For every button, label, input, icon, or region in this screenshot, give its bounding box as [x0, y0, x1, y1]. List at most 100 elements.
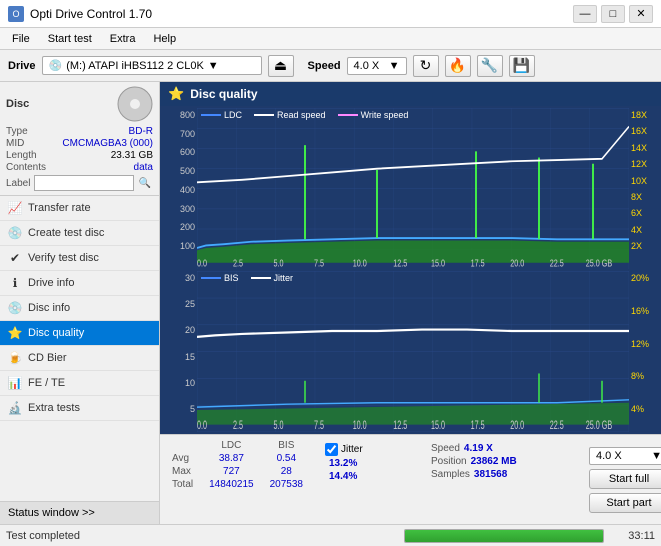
drive-select[interactable]: 💿 (M:) ATAPI iHBS112 2 CL0K ▼	[42, 56, 262, 75]
svg-text:7.5: 7.5	[314, 419, 324, 432]
stats-speed-selector[interactable]: 4.0 X ▼	[589, 447, 661, 465]
burn-button[interactable]: 🔥	[445, 55, 471, 77]
chart1-legend: LDC Read speed Write speed	[201, 110, 408, 120]
position-val: 23862 MB	[471, 456, 517, 467]
chart1-svg: 0.0 2.5 5.0 7.5 10.0 12.5 15.0 17.5 20.0…	[197, 108, 629, 269]
total-label: Total	[164, 478, 201, 491]
svg-text:5.0: 5.0	[274, 419, 284, 432]
stats-speed-val: 4.0 X	[596, 450, 622, 462]
chart-ldc: 800 700 600 500 400 300 200 100 LDC	[162, 108, 659, 269]
svg-text:20.0: 20.0	[510, 257, 524, 268]
disc-info-icon: 💿	[8, 301, 22, 315]
cd-bier-icon: 🍺	[8, 351, 22, 365]
svg-text:12.5: 12.5	[393, 419, 407, 432]
speed-val: 4.19 X	[464, 443, 493, 454]
jitter-section: Jitter 13.2% 14.4%	[317, 439, 417, 520]
type-val: BD-R	[129, 126, 153, 137]
stats-table-section: LDC BIS Avg 38.87 0.54 Max 727	[164, 439, 311, 520]
drive-icon: 💿	[49, 59, 63, 72]
chart2-left-axis: 30 25 20 15 10 5	[162, 271, 197, 432]
fe-te-icon: 📊	[8, 376, 22, 390]
sidebar-item-disc-info[interactable]: 💿 Disc info	[0, 296, 159, 321]
minimize-button[interactable]: —	[573, 5, 597, 23]
save-button[interactable]: 💾	[509, 55, 535, 77]
position-row: Position 23862 MB	[431, 456, 535, 467]
svg-text:0.0: 0.0	[197, 257, 207, 268]
main-layout: Disc Type BD-R MID CMCMAGBA3 (000)	[0, 82, 661, 524]
jitter-checkbox-row: Jitter	[325, 443, 409, 456]
drive-info-icon: ℹ	[8, 276, 22, 290]
chart1-right-axis: 18X 16X 14X 12X 10X 8X 6X 4X 2X	[629, 108, 659, 269]
eject-button[interactable]: ⏏	[268, 55, 294, 77]
samples-key: Samples	[431, 469, 470, 480]
speed-dropdown-icon: ▼	[389, 60, 400, 72]
label-input[interactable]	[34, 175, 134, 191]
svg-text:25.0 GB: 25.0 GB	[586, 257, 613, 268]
sidebar-item-fe-te[interactable]: 📊 FE / TE	[0, 371, 159, 396]
contents-val: data	[134, 162, 153, 173]
speed-select[interactable]: 4.0 X ▼	[347, 57, 407, 75]
maximize-button[interactable]: □	[601, 5, 625, 23]
settings-button[interactable]: 🔧	[477, 55, 503, 77]
status-window-button[interactable]: Status window >>	[0, 501, 159, 524]
col-empty	[164, 439, 201, 452]
nav-label-disc-quality: Disc quality	[28, 327, 84, 339]
max-ldc: 727	[201, 465, 262, 478]
jitter-checkbox[interactable]	[325, 443, 338, 456]
disc-quality-icon: ⭐	[8, 326, 22, 340]
menu-help[interactable]: Help	[145, 31, 184, 47]
nav-label-create-test-disc: Create test disc	[28, 227, 104, 239]
transfer-rate-icon: 📈	[8, 201, 22, 215]
svg-text:22.5: 22.5	[550, 257, 564, 268]
sidebar-item-cd-bier[interactable]: 🍺 CD Bier	[0, 346, 159, 371]
jitter-max-val: 14.4%	[329, 471, 357, 482]
progress-bar	[404, 529, 604, 543]
write-legend-label: Write speed	[361, 110, 409, 120]
write-legend-color	[338, 114, 358, 116]
extra-tests-icon: 🔬	[8, 401, 22, 415]
length-key: Length	[6, 150, 37, 161]
jitter-legend-label: Jitter	[274, 273, 294, 283]
app-title: Opti Drive Control 1.70	[30, 7, 152, 21]
chart2-legend: BIS Jitter	[201, 273, 293, 283]
verify-test-disc-icon: ✔	[8, 251, 22, 265]
ldc-legend-color	[201, 114, 221, 116]
disc-title: Disc	[6, 98, 29, 110]
sidebar-item-drive-info[interactable]: ℹ Drive info	[0, 271, 159, 296]
sidebar-item-disc-quality[interactable]: ⭐ Disc quality	[0, 321, 159, 346]
close-button[interactable]: ✕	[629, 5, 653, 23]
label-key: Label	[6, 178, 30, 189]
chart2-main: BIS Jitter	[197, 271, 629, 432]
speed-key: Speed	[431, 443, 460, 454]
start-part-button[interactable]: Start part	[589, 493, 661, 513]
sidebar: Disc Type BD-R MID CMCMAGBA3 (000)	[0, 82, 160, 524]
svg-text:7.5: 7.5	[314, 257, 324, 268]
right-controls: 4.0 X ▼ Start full Start part	[549, 439, 661, 520]
svg-text:15.0: 15.0	[431, 419, 445, 432]
refresh-button[interactable]: ↻	[413, 55, 439, 77]
stats-table: LDC BIS Avg 38.87 0.54 Max 727	[164, 439, 311, 491]
ldc-legend-label: LDC	[224, 110, 242, 120]
chart-bis: 30 25 20 15 10 5 BIS Jit	[162, 271, 659, 432]
sidebar-item-extra-tests[interactable]: 🔬 Extra tests	[0, 396, 159, 421]
sidebar-item-transfer-rate[interactable]: 📈 Transfer rate	[0, 196, 159, 221]
dq-icon: ⭐	[168, 86, 184, 102]
disc-panel: Disc Type BD-R MID CMCMAGBA3 (000)	[0, 82, 159, 196]
sidebar-item-verify-test-disc[interactable]: ✔ Verify test disc	[0, 246, 159, 271]
menu-extra[interactable]: Extra	[102, 31, 144, 47]
svg-text:22.5: 22.5	[550, 419, 564, 432]
position-key: Position	[431, 456, 467, 467]
sidebar-item-create-test-disc[interactable]: 💿 Create test disc	[0, 221, 159, 246]
disc-quality-header: ⭐ Disc quality	[160, 82, 661, 106]
menu-start-test[interactable]: Start test	[40, 31, 100, 47]
label-search-icon[interactable]: 🔍	[138, 178, 150, 189]
type-key: Type	[6, 126, 28, 137]
length-val: 23.31 GB	[111, 150, 153, 161]
menu-file[interactable]: File	[4, 31, 38, 47]
drive-bar: Drive 💿 (M:) ATAPI iHBS112 2 CL0K ▼ ⏏ Sp…	[0, 50, 661, 82]
mid-key: MID	[6, 138, 24, 149]
start-full-button[interactable]: Start full	[589, 469, 661, 489]
avg-bis: 0.54	[262, 452, 311, 465]
svg-text:2.5: 2.5	[233, 419, 243, 432]
bis-legend-color	[201, 277, 221, 279]
